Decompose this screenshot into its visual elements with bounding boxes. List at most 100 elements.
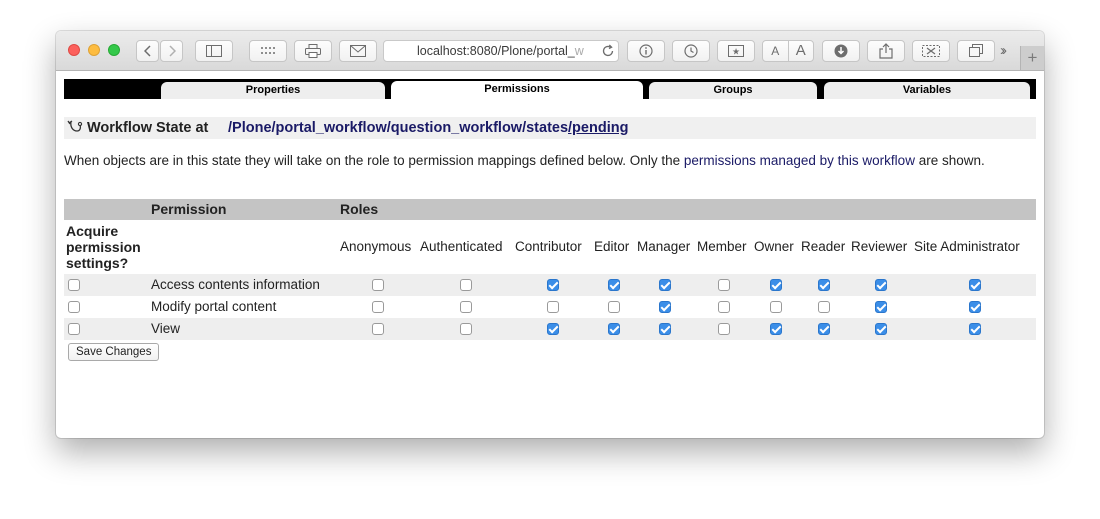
role-checkbox-contributor[interactable] — [547, 279, 559, 291]
role-checkbox-authenticated[interactable] — [460, 301, 472, 313]
info-icon — [639, 44, 653, 58]
decrease-font-icon[interactable]: A — [763, 41, 789, 61]
workflow-state-icon — [67, 120, 83, 132]
acquire-settings-label: Acquire permission settings? — [66, 223, 141, 271]
reader-info-button[interactable] — [627, 40, 665, 62]
role-header-site-administrator: Site Administrator — [914, 239, 1020, 254]
role-checkbox-member[interactable] — [718, 323, 730, 335]
reload-icon[interactable] — [601, 44, 615, 58]
role-checkbox-reviewer[interactable] — [875, 301, 887, 313]
role-checkbox-site-administrator[interactable] — [969, 279, 981, 291]
role-checkbox-authenticated[interactable] — [460, 323, 472, 335]
role-checkbox-reviewer[interactable] — [875, 323, 887, 335]
table-row: Modify portal content — [64, 296, 1036, 318]
role-checkbox-contributor[interactable] — [547, 301, 559, 313]
bookmark-button[interactable]: ★ — [717, 40, 755, 62]
role-checkbox-manager[interactable] — [659, 323, 671, 335]
close-window-button[interactable] — [68, 44, 80, 56]
permission-name: View — [151, 321, 181, 336]
more-toolbar-icon[interactable]: ›› — [1000, 42, 1007, 59]
acquire-checkbox[interactable] — [68, 301, 80, 313]
envelope-icon — [350, 45, 366, 57]
print-button[interactable] — [294, 40, 332, 62]
role-checkbox-reader[interactable] — [818, 323, 830, 335]
address-url-fade: w — [574, 44, 584, 58]
acquire-checkbox[interactable] — [68, 323, 80, 335]
breadcrumb-states[interactable]: /states — [522, 120, 568, 136]
scissors-icon — [922, 45, 940, 57]
role-checkbox-anonymous[interactable] — [372, 301, 384, 313]
clip-button[interactable] — [912, 40, 950, 62]
breadcrumb-portal-workflow[interactable]: /portal_workflow — [272, 120, 387, 136]
role-checkbox-reader[interactable] — [818, 279, 830, 291]
sidebar-button[interactable] — [195, 40, 233, 62]
breadcrumb-plone[interactable]: /Plone — [228, 120, 272, 136]
font-size-control[interactable]: A A — [762, 40, 814, 62]
browser-window: localhost:8080/Plone/portal_w ★ A A ›› +… — [56, 31, 1044, 438]
downloads-button[interactable] — [822, 40, 860, 62]
share-email-button[interactable] — [339, 40, 377, 62]
back-button[interactable] — [136, 40, 159, 62]
role-checkbox-manager[interactable] — [659, 279, 671, 291]
role-checkbox-manager[interactable] — [659, 301, 671, 313]
role-checkbox-anonymous[interactable] — [372, 323, 384, 335]
tab-groups[interactable]: Groups — [649, 82, 817, 99]
role-header-editor: Editor — [594, 239, 630, 254]
new-tab-button[interactable]: + — [1020, 46, 1044, 70]
role-header-owner: Owner — [754, 239, 794, 254]
role-checkbox-member[interactable] — [718, 301, 730, 313]
role-checkbox-anonymous[interactable] — [372, 279, 384, 291]
role-header-reader: Reader — [801, 239, 846, 254]
minimize-window-button[interactable] — [88, 44, 100, 56]
role-checkbox-owner[interactable] — [770, 301, 782, 313]
role-checkbox-member[interactable] — [718, 279, 730, 291]
share-icon — [879, 43, 893, 59]
acquire-label-line: permission — [66, 239, 141, 255]
acquire-label-line: settings? — [66, 255, 129, 271]
table-header-row: Permission Roles — [64, 199, 1036, 220]
role-checkbox-site-administrator[interactable] — [969, 323, 981, 335]
zmi-tab-bar: Properties Permissions Groups Variables — [64, 79, 1036, 99]
table-row: View — [64, 318, 1036, 340]
role-header-anonymous: Anonymous — [340, 239, 412, 254]
top-sites-button[interactable] — [249, 40, 287, 62]
page-content: Properties Permissions Groups Variables … — [64, 79, 1036, 361]
description-after: are shown. — [914, 153, 985, 168]
page-title: Workflow State at — [87, 120, 209, 136]
history-button[interactable] — [672, 40, 710, 62]
zoom-window-button[interactable] — [108, 44, 120, 56]
tab-permissions[interactable]: Permissions — [391, 81, 643, 99]
breadcrumb-question-workflow[interactable]: /question_workflow — [387, 120, 522, 136]
roles-column-header: Roles — [340, 201, 379, 217]
role-checkbox-editor[interactable] — [608, 279, 620, 291]
role-header-reviewer: Reviewer — [851, 239, 908, 254]
printer-icon — [305, 44, 321, 58]
tabs-overview-button[interactable] — [957, 40, 995, 62]
description-before: When objects are in this state they will… — [64, 153, 684, 168]
tab-properties[interactable]: Properties — [161, 82, 385, 99]
acquire-checkbox[interactable] — [68, 279, 80, 291]
increase-font-icon[interactable]: A — [789, 41, 814, 61]
role-checkbox-authenticated[interactable] — [460, 279, 472, 291]
role-checkbox-reader[interactable] — [818, 301, 830, 313]
chevron-right-icon — [168, 45, 176, 57]
role-checkbox-owner[interactable] — [770, 323, 782, 335]
role-checkbox-reviewer[interactable] — [875, 279, 887, 291]
address-bar[interactable]: localhost:8080/Plone/portal_w — [383, 40, 619, 62]
page-title-bar: Workflow State at /Plone/portal_workflow… — [64, 117, 1036, 139]
download-icon — [834, 44, 848, 58]
breadcrumb-pending[interactable]: /pending — [568, 120, 628, 136]
save-changes-button[interactable]: Save Changes — [68, 343, 160, 361]
role-checkbox-site-administrator[interactable] — [969, 301, 981, 313]
forward-button[interactable] — [160, 40, 183, 62]
role-checkbox-contributor[interactable] — [547, 323, 559, 335]
tab-variables[interactable]: Variables — [824, 82, 1030, 99]
tabs-icon — [969, 44, 983, 57]
star-bookmark-icon: ★ — [728, 45, 744, 57]
role-checkbox-editor[interactable] — [608, 323, 620, 335]
share-button[interactable] — [867, 40, 905, 62]
browser-toolbar: localhost:8080/Plone/portal_w ★ A A ›› + — [56, 31, 1044, 71]
managed-permissions-link[interactable]: permissions managed by this workflow — [684, 153, 915, 168]
role-checkbox-owner[interactable] — [770, 279, 782, 291]
role-checkbox-editor[interactable] — [608, 301, 620, 313]
